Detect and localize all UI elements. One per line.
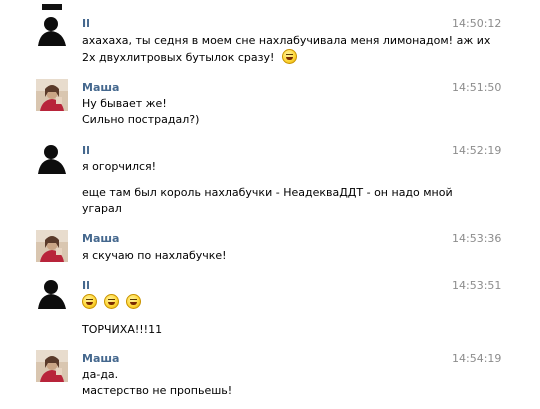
message-item: Il 14:52:19 я огорчился! еще там был кор… xyxy=(0,142,540,222)
message-time[interactable]: 14:54:19 xyxy=(452,352,501,365)
silhouette-avatar[interactable] xyxy=(36,142,68,174)
message-item: Маша 14:51:50 Ну бывает же! Сильно постр… xyxy=(0,79,540,134)
message-item: Маша 14:54:19 да-да. мастерство не пропь… xyxy=(0,350,540,405)
message-text: 2х двухлитровых бутылок сразу! xyxy=(82,49,301,65)
message-text: ахахаха, ты седня в моем сне нахлабучива… xyxy=(82,34,491,47)
message-text: да-да. xyxy=(82,368,119,381)
message-time[interactable]: 14:52:19 xyxy=(452,144,501,157)
message-item: Маша 14:53:36 я скучаю по нахлабучке! xyxy=(0,230,540,270)
laughing-emoji-icon xyxy=(104,294,119,309)
photo-avatar[interactable] xyxy=(36,79,68,111)
laughing-emoji-icon xyxy=(82,294,97,309)
laughing-emoji-icon xyxy=(281,49,297,64)
message-item: Il 14:50:12 ахахаха, ты седня в моем сне… xyxy=(0,14,540,74)
emoji-row xyxy=(82,294,145,310)
sender-name[interactable]: Il xyxy=(82,279,90,292)
photo-avatar[interactable] xyxy=(36,350,68,382)
avatar-partial-top[interactable] xyxy=(36,0,68,10)
message-text: угарал xyxy=(82,202,122,215)
sender-name[interactable]: Маша xyxy=(82,81,119,94)
message-item: Il 14:53:51 ТОРЧИХА!!!11 xyxy=(0,277,540,343)
sender-name[interactable]: Il xyxy=(82,17,90,30)
message-text: ТОРЧИХА!!!11 xyxy=(82,323,163,336)
message-text: я скучаю по нахлабучке! xyxy=(82,249,227,262)
silhouette-avatar[interactable] xyxy=(36,14,68,46)
sender-name[interactable]: Маша xyxy=(82,352,119,365)
message-time[interactable]: 14:51:50 xyxy=(452,81,501,94)
message-text: мастерство не пропьешь! xyxy=(82,384,233,397)
message-text: Сильно пострадал?) xyxy=(82,113,200,126)
message-text: я огорчился! xyxy=(82,160,157,173)
message-text: Ну бывает же! xyxy=(82,97,167,110)
photo-avatar[interactable] xyxy=(36,230,68,262)
sender-name[interactable]: Il xyxy=(82,144,90,157)
silhouette-avatar[interactable] xyxy=(36,277,68,309)
laughing-emoji-icon xyxy=(126,294,141,309)
message-time[interactable]: 14:50:12 xyxy=(452,17,501,30)
sender-name[interactable]: Маша xyxy=(82,232,119,245)
message-text: еще там был король нахлабучки - Неадеква… xyxy=(82,186,453,199)
message-time[interactable]: 14:53:51 xyxy=(452,279,501,292)
message-time[interactable]: 14:53:36 xyxy=(452,232,501,245)
message-text-content: 2х двухлитровых бутылок сразу! xyxy=(82,51,275,64)
